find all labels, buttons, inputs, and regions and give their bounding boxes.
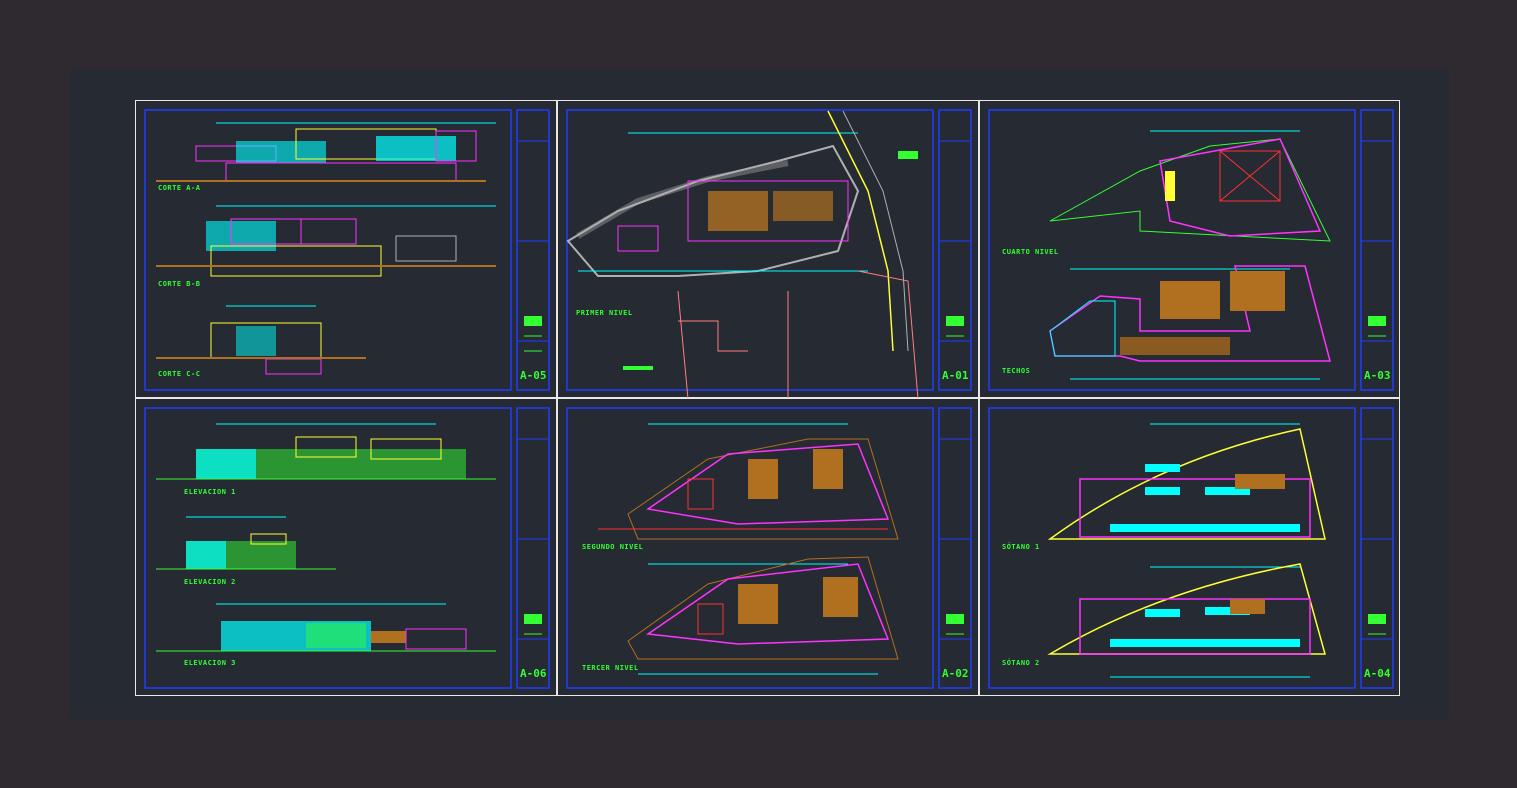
fourth-floor-label: CUARTO NIVEL (1002, 248, 1059, 256)
sheet-elevations[interactable]: ELEVACION 1 ELEVACION 2 ELEVACION 3 A-06 (135, 398, 557, 696)
elevation-3-label: ELEVACION 3 (184, 659, 236, 667)
basement-2-label: SÓTANO 2 (1002, 659, 1040, 667)
sheet-number: A-03 (1364, 369, 1391, 382)
sheet-fourth-floor-roofs[interactable]: CUARTO NIVEL TECHOS A-03 (979, 100, 1400, 398)
sheet-first-floor[interactable]: PRIMER NIVEL A-01 (557, 100, 979, 399)
sections-drawing (144, 109, 550, 391)
first-floor-label: PRIMER NIVEL (576, 309, 633, 317)
sheet-number: A-01 (942, 369, 969, 382)
section-a-label: CORTE A-A (158, 184, 201, 192)
basement-1-label: SÓTANO 1 (1002, 543, 1040, 551)
sheet-number: A-04 (1364, 667, 1391, 680)
basements-drawing (988, 407, 1394, 689)
sheet-basements[interactable]: SÓTANO 1 SÓTANO 2 A-04 (979, 398, 1400, 696)
first-floor-drawing (566, 109, 972, 399)
sheet-number: A-02 (942, 667, 969, 680)
elevations-drawing (144, 407, 550, 689)
section-b-label: CORTE B-B (158, 280, 201, 288)
elevation-2-label: ELEVACION 2 (184, 578, 236, 586)
third-floor-label: TERCER NIVEL (582, 664, 639, 672)
second-floor-label: SEGUNDO NIVEL (582, 543, 644, 551)
section-c-label: CORTE C-C (158, 370, 201, 378)
sheet-second-third-floors[interactable]: SEGUNDO NIVEL TERCER NIVEL A-02 (557, 398, 979, 696)
elevation-1-label: ELEVACION 1 (184, 488, 236, 496)
roofs-label: TECHOS (1002, 367, 1031, 375)
sheet-number: A-06 (520, 667, 547, 680)
sheet-sections[interactable]: CORTE A-A CORTE B-B CORTE C-C A-05 (135, 100, 557, 398)
drawing-canvas[interactable]: CORTE A-A CORTE B-B CORTE C-C A-05 PRIME… (69, 69, 1449, 719)
sheet-number: A-05 (520, 369, 547, 382)
